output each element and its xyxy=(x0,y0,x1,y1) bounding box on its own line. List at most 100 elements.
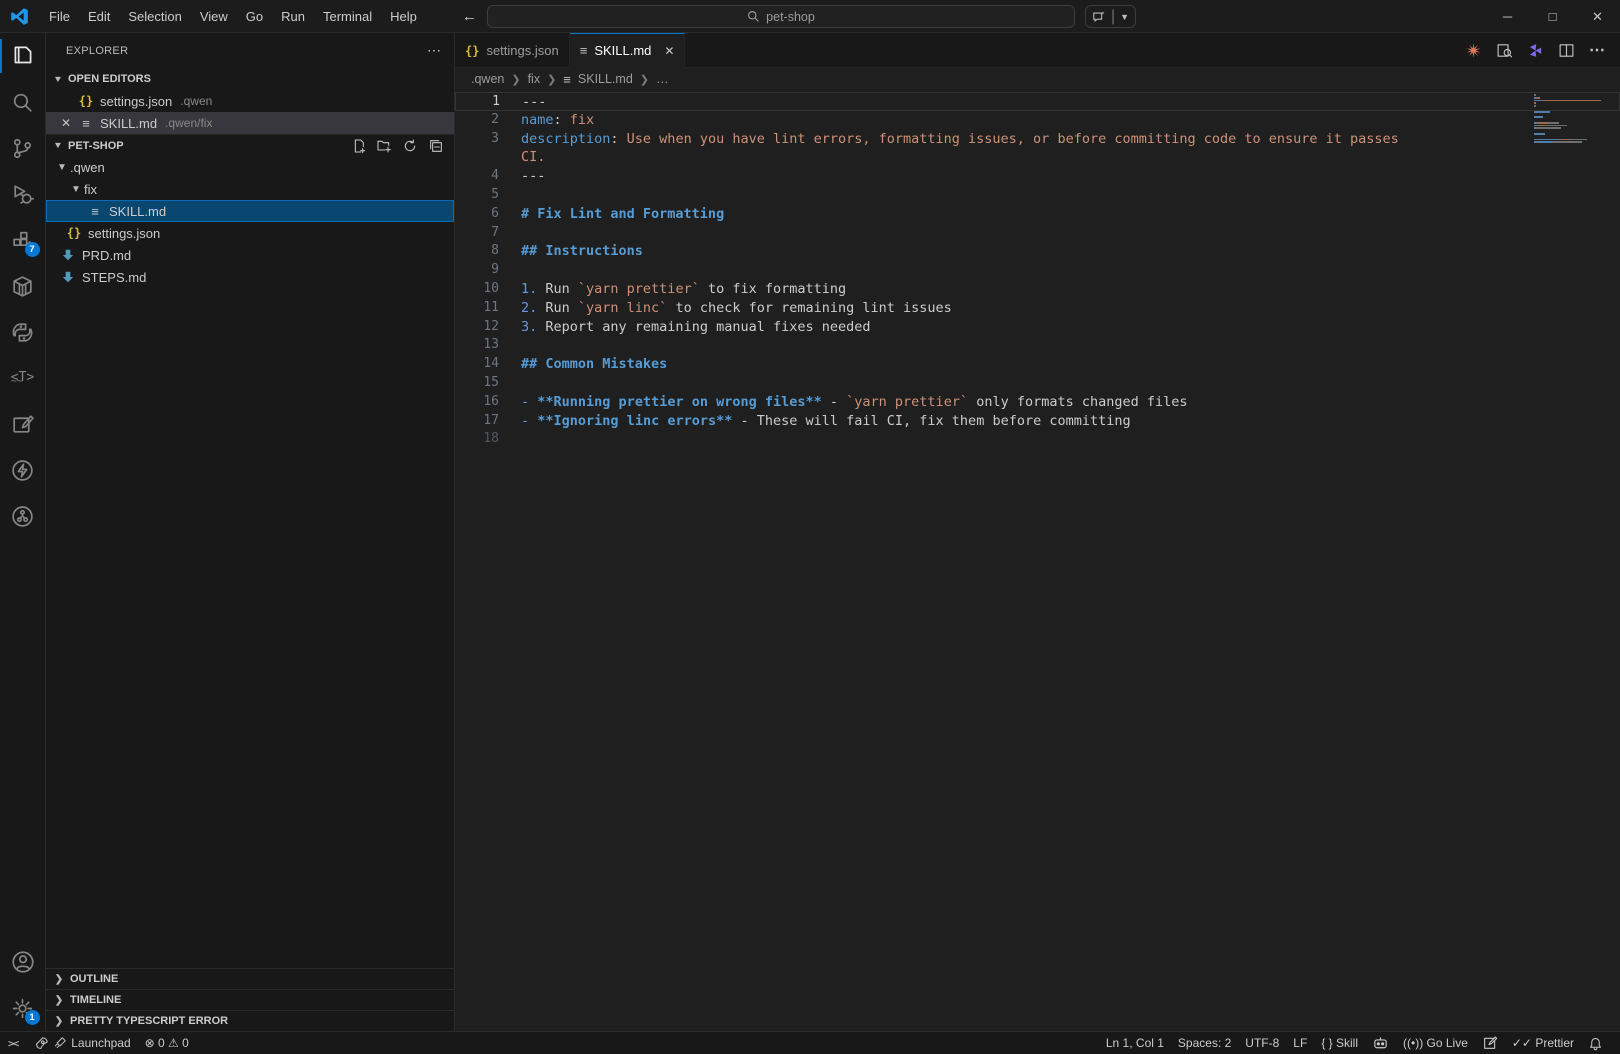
minimap-line xyxy=(1534,141,1606,143)
close-button[interactable]: ✕ xyxy=(1575,0,1620,33)
tree-item-STEPS.md[interactable]: STEPS.md xyxy=(46,266,454,288)
chevron-right-icon: ❯ xyxy=(52,1016,66,1027)
code-line-11[interactable]: 112. Run `yarn linc` to check for remain… xyxy=(455,299,1620,318)
code-line-15[interactable]: 15 xyxy=(455,374,1620,393)
code-line-2[interactable]: 2name: fix xyxy=(455,111,1620,130)
status-launchpad[interactable]: Launchpad xyxy=(27,1032,137,1054)
code-line-wrap[interactable]: CI. xyxy=(455,148,1620,167)
status-remote[interactable]: >< xyxy=(0,1032,27,1054)
activity-source-control[interactable] xyxy=(0,125,46,171)
code-line-18[interactable]: 18 xyxy=(455,430,1620,449)
activity-circuit[interactable] xyxy=(0,493,46,539)
activity-containers[interactable] xyxy=(0,263,46,309)
status-edit-note[interactable] xyxy=(1475,1032,1505,1054)
tree-item-.qwen[interactable]: ▼.qwen xyxy=(46,156,454,178)
status-label: >< xyxy=(8,1037,17,1050)
status-problems[interactable]: ⊗ 0 ⚠ 0 xyxy=(138,1032,196,1054)
code-line-17[interactable]: 17- **Ignoring linc errors** - These wil… xyxy=(455,412,1620,431)
refresh-icon[interactable] xyxy=(402,138,418,154)
new-file-icon[interactable] xyxy=(350,138,366,154)
menu-go[interactable]: Go xyxy=(237,0,272,33)
breadcrumb-item[interactable]: fix xyxy=(528,72,541,86)
code-line-7[interactable]: 7 xyxy=(455,224,1620,243)
status-encoding[interactable]: UTF-8 xyxy=(1238,1032,1286,1054)
status-copilot[interactable] xyxy=(1365,1032,1396,1054)
status-cursor-position[interactable]: Ln 1, Col 1 xyxy=(1099,1032,1171,1054)
activity-search[interactable] xyxy=(0,79,46,125)
activity-accounts[interactable] xyxy=(0,939,46,985)
code-line-10[interactable]: 101. Run `yarn prettier` to fix formatti… xyxy=(455,280,1620,299)
back-arrow-icon[interactable]: ← xyxy=(462,8,477,25)
tree-item-settings.json[interactable]: {}settings.json xyxy=(46,222,454,244)
status-eol[interactable]: LF xyxy=(1286,1032,1314,1054)
collapse-all-icon[interactable] xyxy=(428,138,444,154)
activity-thunder-client[interactable] xyxy=(0,447,46,493)
breadcrumb[interactable]: .qwen❯fix❯≡SKILL.md❯… xyxy=(455,68,1620,90)
close-icon[interactable]: ✕ xyxy=(58,116,74,130)
open-editors-header[interactable]: ▼ OPEN EDITORS xyxy=(46,68,454,90)
open-editor-SKILL.md[interactable]: ✕≡SKILL.md.qwen/fix xyxy=(46,112,454,134)
sidebar-more-actions[interactable]: ⋯ xyxy=(427,42,442,59)
minimap[interactable] xyxy=(1534,94,1606,147)
tree-item-fix[interactable]: ▼fix xyxy=(46,178,454,200)
menu-edit[interactable]: Edit xyxy=(79,0,119,33)
maximize-button[interactable]: □ xyxy=(1530,0,1575,33)
open-preview-icon[interactable] xyxy=(1496,42,1513,59)
more-actions-icon[interactable]: ⋯ xyxy=(1589,40,1606,60)
code-line-3[interactable]: 3description: Use when you have lint err… xyxy=(455,130,1620,149)
code-line-16[interactable]: 16- **Running prettier on wrong files** … xyxy=(455,393,1620,412)
menu-terminal[interactable]: Terminal xyxy=(314,0,381,33)
code-line-5[interactable]: 5 xyxy=(455,186,1620,205)
minimize-button[interactable]: ─ xyxy=(1485,0,1530,33)
tree-item-label: settings.json xyxy=(88,226,160,241)
open-editor-settings.json[interactable]: {}settings.json.qwen xyxy=(46,90,454,112)
breadcrumb-item[interactable]: .qwen xyxy=(471,72,504,86)
activity-python[interactable] xyxy=(0,309,46,355)
command-center-search[interactable]: pet-shop xyxy=(487,5,1075,28)
code-line-9[interactable]: 9 xyxy=(455,261,1620,280)
activity-run-debug[interactable] xyxy=(0,171,46,217)
activity-settings[interactable]: 1 xyxy=(0,985,46,1031)
tab-SKILL.md[interactable]: ≡SKILL.md✕ xyxy=(570,33,686,68)
rocket-icon xyxy=(34,1036,49,1051)
code-line-14[interactable]: 14## Common Mistakes xyxy=(455,355,1620,374)
code-line-6[interactable]: 6# Fix Lint and Formatting xyxy=(455,205,1620,224)
code-line-1[interactable]: 1--- xyxy=(455,92,1620,111)
activity-notebook[interactable] xyxy=(0,401,46,447)
pinwheel-icon[interactable] xyxy=(1527,42,1544,59)
code-line-13[interactable]: 13 xyxy=(455,336,1620,355)
project-root-header[interactable]: ▼ PET-SHOP xyxy=(46,134,454,156)
code-line-8[interactable]: 8## Instructions xyxy=(455,242,1620,261)
line-number: 6 xyxy=(455,205,499,224)
status-go-live[interactable]: ((•)) Go Live xyxy=(1396,1032,1475,1054)
activity-explorer[interactable] xyxy=(0,33,46,79)
code-line-4[interactable]: 4--- xyxy=(455,167,1620,186)
tree-item-PRD.md[interactable]: PRD.md xyxy=(46,244,454,266)
code-token: 1. xyxy=(521,281,537,297)
breadcrumb-item[interactable]: SKILL.md xyxy=(578,72,633,86)
editor-pane[interactable]: 1---2name: fix3description: Use when you… xyxy=(455,90,1620,1031)
new-folder-icon[interactable] xyxy=(376,138,392,154)
code-line-12[interactable]: 123. Report any remaining manual fixes n… xyxy=(455,318,1620,337)
status-notifications[interactable] xyxy=(1581,1032,1610,1054)
split-editor-icon[interactable] xyxy=(1558,42,1575,59)
tab-settings.json[interactable]: {}settings.json xyxy=(455,33,570,68)
claude-starburst-icon[interactable] xyxy=(1465,42,1482,59)
menu-run[interactable]: Run xyxy=(272,0,314,33)
tree-item-SKILL.md[interactable]: ≡SKILL.md xyxy=(46,200,454,222)
status-indentation[interactable]: Spaces: 2 xyxy=(1171,1032,1238,1054)
breadcrumb-item[interactable]: … xyxy=(656,72,669,86)
panel-timeline[interactable]: ❯TIMELINE xyxy=(46,989,454,1010)
panel-outline[interactable]: ❯OUTLINE xyxy=(46,968,454,989)
menu-file[interactable]: File xyxy=(40,0,79,33)
menu-view[interactable]: View xyxy=(191,0,237,33)
panel-pretty-typescript-error[interactable]: ❯PRETTY TYPESCRIPT ERROR xyxy=(46,1010,454,1031)
activity-extensions[interactable]: 7 xyxy=(0,217,46,263)
status-prettier[interactable]: ✓✓ Prettier xyxy=(1505,1032,1581,1054)
activity-template-t[interactable]: <T>~~ xyxy=(0,355,46,401)
menu-help[interactable]: Help xyxy=(381,0,426,33)
menu-selection[interactable]: Selection xyxy=(119,0,190,33)
copilot-button[interactable]: | ▼ xyxy=(1085,5,1136,28)
status-language-mode[interactable]: { } Skill xyxy=(1314,1032,1365,1054)
close-icon[interactable]: ✕ xyxy=(664,44,674,58)
